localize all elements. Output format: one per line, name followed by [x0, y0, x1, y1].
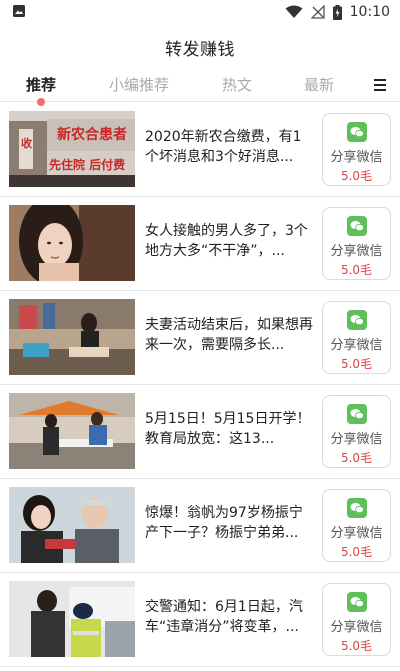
tab-recommend[interactable]: 推荐	[25, 74, 57, 106]
article-item[interactable]: 夫妻活动结束后，如果想再来一次，需要隔多长... 分享微信 5.0毛	[0, 291, 400, 385]
page-title: 转发赚钱	[165, 39, 235, 60]
wechat-icon	[346, 592, 367, 612]
tab-label: 最新	[303, 76, 335, 94]
share-wechat-button[interactable]: 分享微信 5.0毛	[322, 301, 391, 374]
article-item[interactable]: 交警通知：6月1日起，汽车“违章消分”将变革，... 分享微信 5.0毛	[0, 573, 400, 667]
share-wechat-button[interactable]: 分享微信 5.0毛	[322, 207, 391, 280]
app-header: 转发赚钱	[0, 24, 400, 70]
article-thumbnail	[9, 487, 135, 563]
wechat-icon	[346, 122, 367, 142]
article-item[interactable]: 5月15日！5月15日开学！教育局放宽：这13... 分享微信 5.0毛	[0, 385, 400, 479]
tab-label: 热文	[221, 76, 253, 94]
wechat-icon	[346, 404, 367, 424]
tab-editor-picks[interactable]: 小编推荐	[109, 74, 169, 95]
tab-label: 推荐	[25, 76, 57, 94]
share-label: 分享微信	[330, 244, 383, 259]
share-wechat-button[interactable]: 分享微信 5.0毛	[322, 489, 391, 562]
reward-amount: 5.0毛	[340, 357, 373, 371]
tab-bar: 推荐 小编推荐 热文 最新	[0, 70, 400, 106]
battery-charging-icon	[332, 4, 342, 20]
share-label: 分享微信	[330, 432, 383, 447]
article-title[interactable]: 夫妻活动结束后，如果想再来一次，需要隔多长...	[145, 315, 313, 355]
wechat-icon	[346, 498, 367, 518]
reward-amount: 5.0毛	[340, 263, 373, 277]
article-thumbnail: 新农合患者 收 先住院 后付费	[9, 111, 135, 187]
article-thumbnail	[9, 205, 135, 281]
article-title[interactable]: 交警通知：6月1日起，汽车“违章消分”将变革，...	[145, 597, 313, 637]
svg-text:收: 收	[21, 136, 32, 150]
tab-latest[interactable]: 最新	[304, 74, 334, 95]
article-title[interactable]: 2020年新农合缴费，有1个坏消息和3个好消息...	[145, 127, 313, 167]
wifi-icon	[285, 5, 303, 19]
article-thumbnail	[9, 299, 135, 375]
article-title[interactable]: 5月15日！5月15日开学！教育局放宽：这13...	[145, 409, 313, 449]
menu-icon[interactable]	[374, 79, 386, 91]
wechat-icon	[346, 216, 367, 236]
share-wechat-button[interactable]: 分享微信 5.0毛	[322, 395, 391, 468]
reward-amount: 5.0毛	[340, 545, 373, 559]
share-label: 分享微信	[330, 150, 383, 165]
article-title[interactable]: 女人接触的男人多了，3个地方大多“不干净”，...	[145, 221, 313, 261]
article-item[interactable]: 惊爆！翁帆为97岁杨振宁产下一子？杨振宁弟弟... 分享微信 5.0毛	[0, 479, 400, 573]
reward-amount: 5.0毛	[340, 169, 373, 183]
article-thumbnail	[9, 581, 135, 657]
reward-amount: 5.0毛	[340, 451, 373, 465]
article-item[interactable]: 女人接触的男人多了，3个地方大多“不干净”，... 分享微信 5.0毛	[0, 197, 400, 291]
share-label: 分享微信	[330, 620, 383, 635]
wechat-icon	[346, 310, 367, 330]
status-time: 10:10	[349, 4, 390, 20]
reward-amount: 5.0毛	[340, 639, 373, 653]
tab-hot[interactable]: 热文	[222, 74, 252, 95]
signal-off-icon	[310, 5, 325, 19]
share-label: 分享微信	[330, 526, 383, 541]
image-icon	[12, 3, 26, 22]
share-wechat-button[interactable]: 分享微信 5.0毛	[322, 113, 391, 186]
share-wechat-button[interactable]: 分享微信 5.0毛	[322, 583, 391, 656]
svg-text:新农合患者: 新农合患者	[57, 126, 127, 143]
article-item[interactable]: 新农合患者 收 先住院 后付费 2020年新农合缴费，有1个坏消息和3个好消息.…	[0, 103, 400, 197]
status-bar: 10:10	[0, 0, 400, 24]
svg-text:先住院 后付费: 先住院 后付费	[49, 157, 125, 172]
article-thumbnail	[9, 393, 135, 469]
article-list: 新农合患者 收 先住院 后付费 2020年新农合缴费，有1个坏消息和3个好消息.…	[0, 103, 400, 671]
article-title[interactable]: 惊爆！翁帆为97岁杨振宁产下一子？杨振宁弟弟...	[145, 503, 313, 543]
tab-label: 小编推荐	[108, 76, 170, 94]
share-label: 分享微信	[330, 338, 383, 353]
